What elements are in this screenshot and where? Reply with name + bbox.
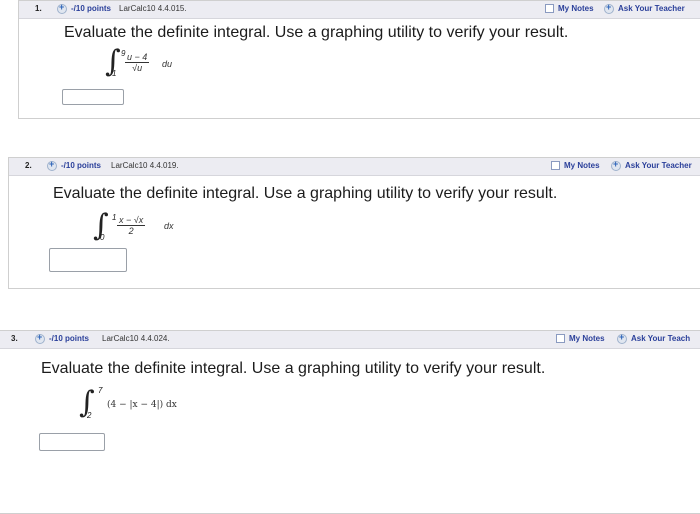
my-notes-checkbox-icon[interactable] (551, 161, 560, 170)
question-1: 1. -/10 points LarCalc10 4.4.015. My Not… (18, 0, 700, 119)
points-label: -/10 points (61, 161, 102, 170)
expand-plus-icon[interactable] (47, 159, 57, 171)
question-prompt: Evaluate the definite integral. Use a gr… (53, 185, 558, 202)
source-label: LarCalc10 4.4.024. (102, 334, 170, 343)
lower-limit: 2 (87, 411, 92, 420)
integrand-denominator: √u (132, 63, 143, 73)
answer-input[interactable] (49, 248, 127, 272)
ask-teacher-link[interactable]: Ask Your Teacher (625, 161, 692, 170)
ask-teacher-plus-icon[interactable] (611, 159, 621, 171)
answer-input[interactable] (39, 433, 105, 451)
my-notes-link[interactable]: My Notes (569, 334, 605, 343)
points-label: -/10 points (71, 4, 112, 13)
integrand-denominator: 2 (128, 226, 134, 236)
upper-limit: 7 (98, 386, 103, 395)
integrand-numerator: x − √x (117, 215, 146, 226)
ask-teacher-plus-icon[interactable] (617, 332, 627, 344)
question-1-header: 1. -/10 points LarCalc10 4.4.015. My Not… (19, 1, 700, 19)
ask-teacher-link[interactable]: Ask Your Teacher (618, 4, 685, 13)
integrand-numerator: u − 4 (125, 52, 150, 63)
question-prompt: Evaluate the definite integral. Use a gr… (64, 24, 569, 41)
question-prompt: Evaluate the definite integral. Use a gr… (41, 360, 546, 377)
question-3-header: 3. -/10 points LarCalc10 4.4.024. My Not… (0, 331, 700, 349)
question-number: 2. (25, 161, 32, 170)
differential: dx (164, 221, 174, 231)
expand-plus-icon[interactable] (35, 332, 45, 344)
my-notes-link[interactable]: My Notes (564, 161, 600, 170)
differential: du (162, 59, 173, 69)
question-2: 2. -/10 points LarCalc10 4.4.019. My Not… (8, 157, 700, 289)
expand-plus-icon[interactable] (57, 2, 67, 14)
lower-limit: 0 (100, 233, 105, 242)
upper-limit: 1 (112, 213, 117, 222)
my-notes-checkbox-icon[interactable] (545, 4, 554, 13)
lower-limit: 1 (112, 69, 117, 78)
my-notes-link[interactable]: My Notes (558, 4, 594, 13)
question-number: 1. (35, 4, 42, 13)
ask-teacher-plus-icon[interactable] (604, 2, 614, 14)
source-label: LarCalc10 4.4.015. (119, 4, 187, 13)
my-notes-checkbox-icon[interactable] (556, 334, 565, 343)
integrand: (4 − |x − 4|) dx (107, 400, 177, 410)
integrand-fraction: x − √x 2 (117, 215, 146, 236)
question-3: 3. -/10 points LarCalc10 4.4.024. My Not… (0, 330, 700, 514)
ask-teacher-link[interactable]: Ask Your Teach (631, 334, 690, 343)
question-2-header: 2. -/10 points LarCalc10 4.4.019. My Not… (9, 158, 700, 176)
question-number: 3. (11, 334, 18, 343)
answer-input[interactable] (62, 89, 124, 105)
integrand-fraction: u − 4 √u (125, 52, 150, 73)
points-label: -/10 points (49, 334, 90, 343)
source-label: LarCalc10 4.4.019. (111, 161, 179, 170)
